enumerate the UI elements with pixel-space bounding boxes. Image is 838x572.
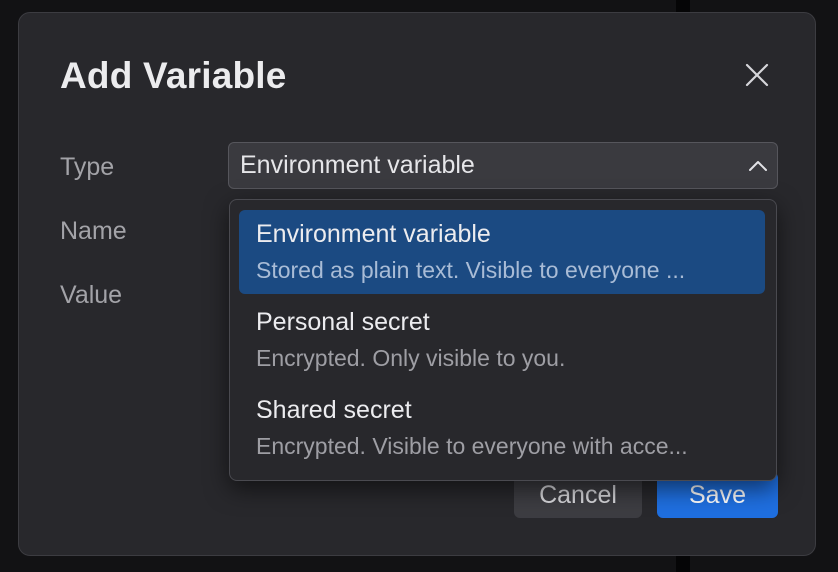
option-description: Encrypted. Visible to everyone with acce… (256, 433, 688, 459)
dialog-title: Add Variable (60, 55, 287, 96)
dropdown-option-shared-secret[interactable]: Shared secret Encrypted. Visible to ever… (239, 386, 765, 470)
close-button[interactable] (741, 59, 773, 91)
option-title: Personal secret (256, 308, 430, 336)
value-label: Value (60, 281, 123, 309)
dropdown-option-personal-secret[interactable]: Personal secret Encrypted. Only visible … (239, 298, 765, 382)
type-label: Type (60, 153, 115, 181)
option-description: Encrypted. Only visible to you. (256, 345, 566, 371)
type-select-value: Environment variable (240, 151, 475, 179)
chevron-up-icon (749, 161, 767, 171)
option-title: Shared secret (256, 396, 412, 424)
option-description: Stored as plain text. Visible to everyon… (256, 257, 686, 283)
type-select[interactable]: Environment variable (228, 142, 778, 189)
type-dropdown-menu: Environment variable Stored as plain tex… (229, 199, 777, 481)
option-title: Environment variable (256, 220, 491, 248)
add-variable-dialog: Add Variable Type Name Value Environment… (18, 12, 816, 556)
name-label: Name (60, 217, 127, 245)
dropdown-option-environment-variable[interactable]: Environment variable Stored as plain tex… (239, 210, 765, 294)
close-icon (745, 63, 769, 87)
